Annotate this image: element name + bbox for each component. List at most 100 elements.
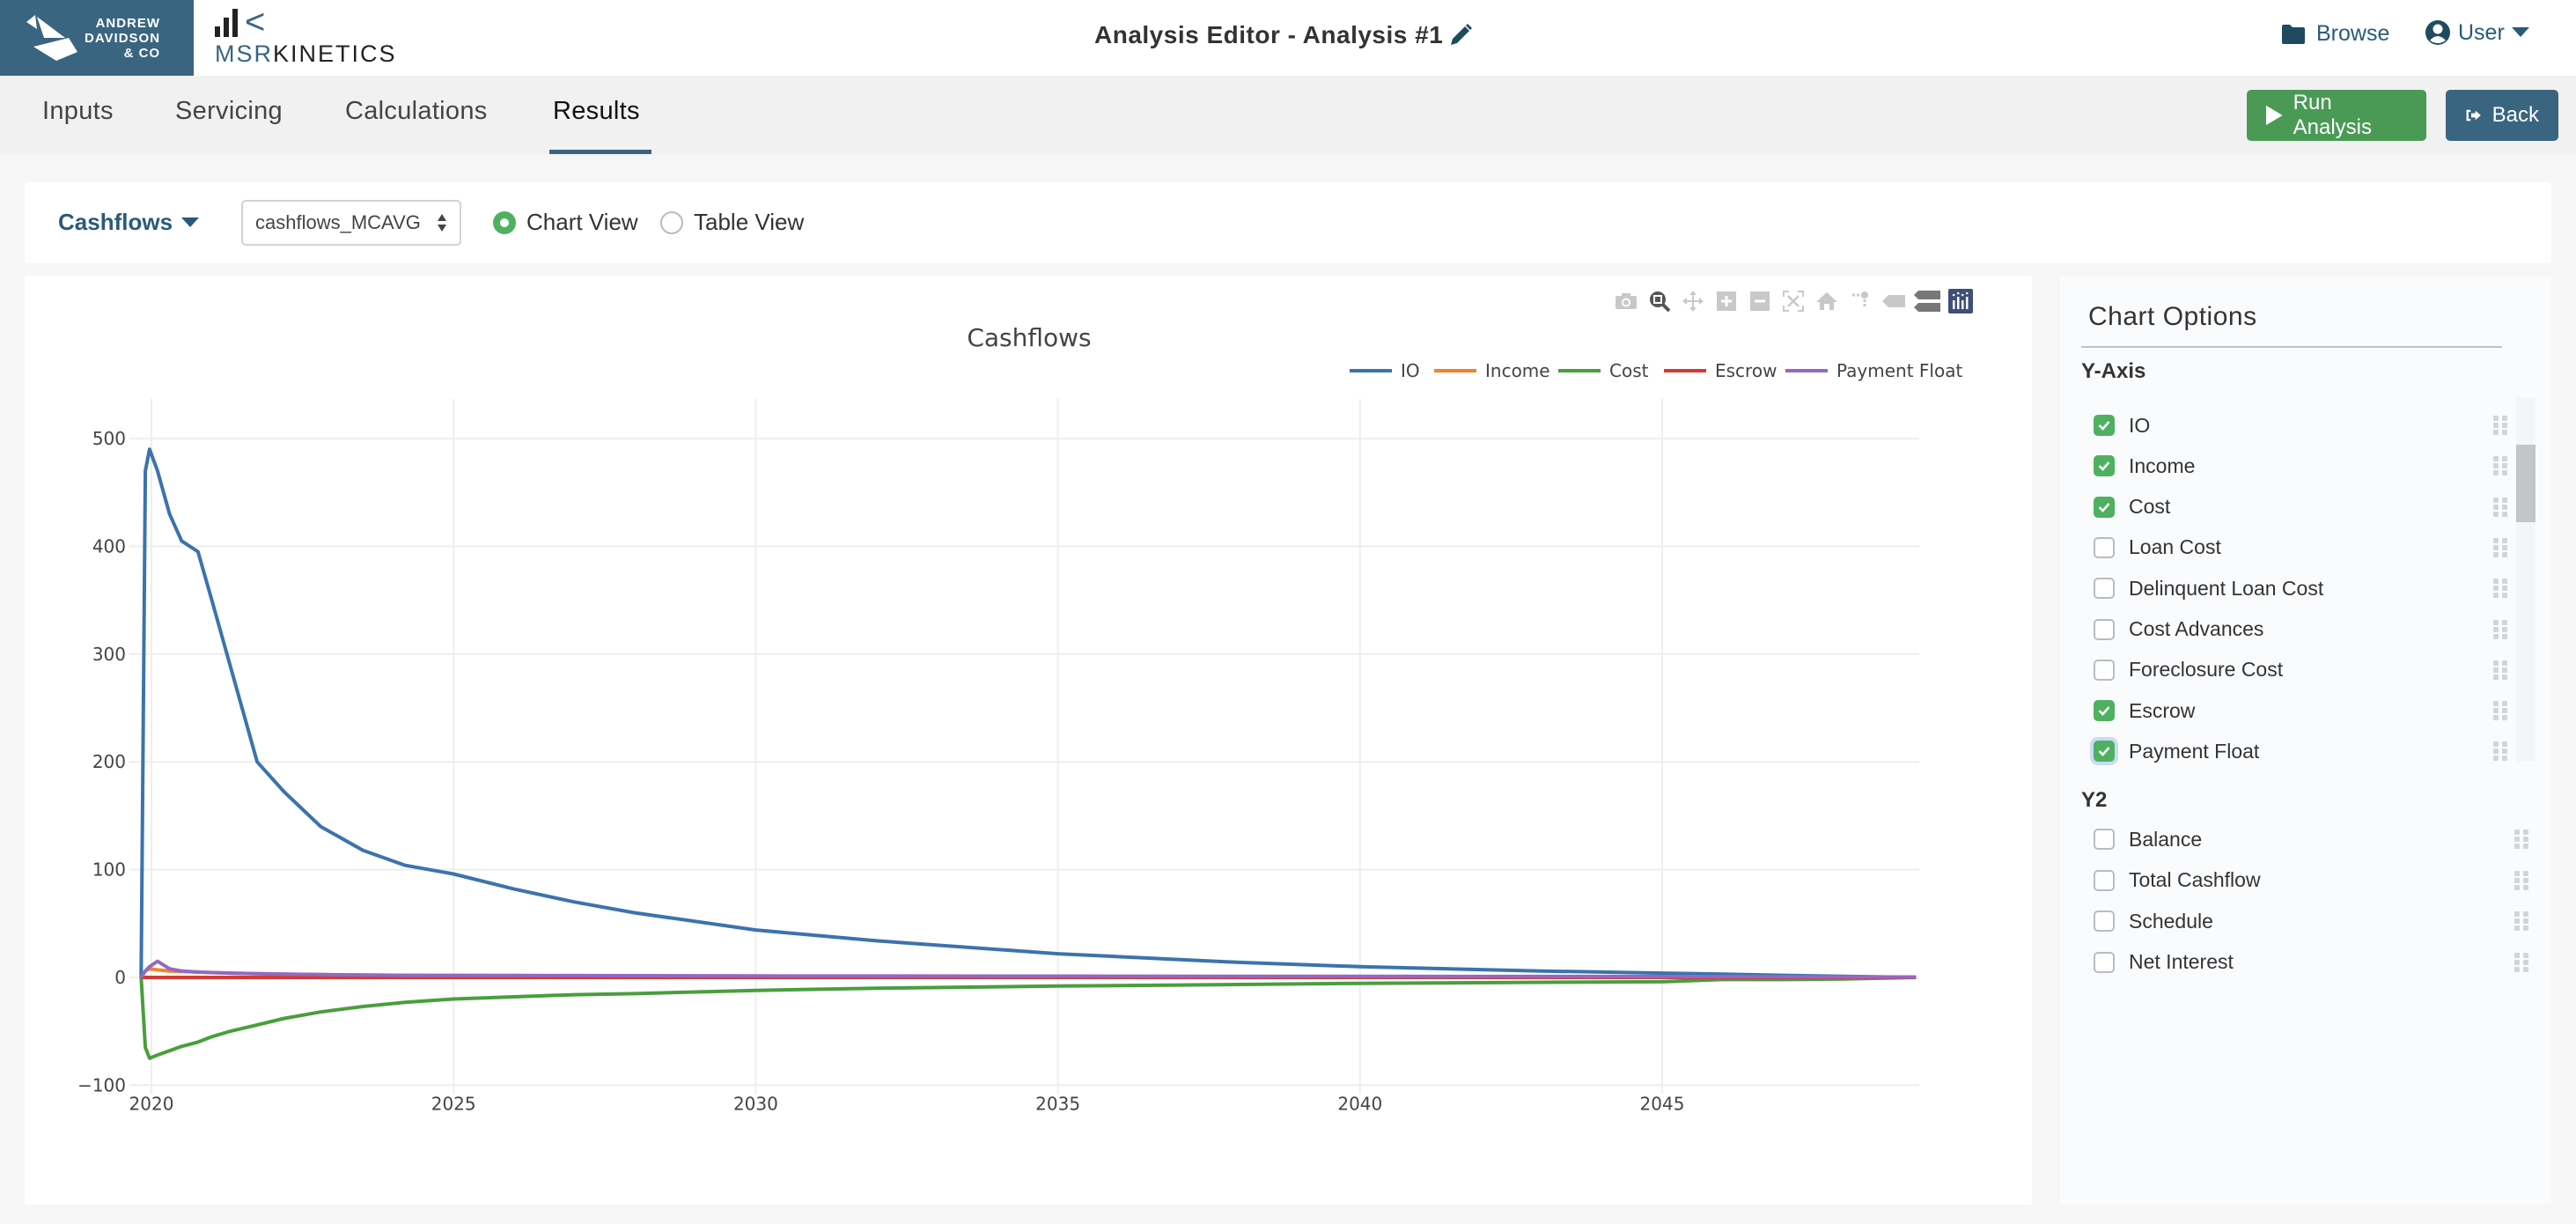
- x-tick-label: 2020: [129, 1093, 174, 1114]
- brand-kinetics: KINETICS: [273, 41, 397, 67]
- brand-line: & CO: [123, 45, 161, 61]
- y-axis-series-item[interactable]: Loan Cost: [2094, 532, 2516, 564]
- drag-handle-icon[interactable]: [2493, 741, 2507, 762]
- tab-results[interactable]: Results: [553, 97, 640, 126]
- y2-series-item[interactable]: Balance: [2094, 823, 2528, 855]
- drag-handle-icon[interactable]: [2493, 416, 2507, 435]
- y-tick-label: 300: [92, 644, 126, 665]
- checkbox-checked[interactable]: [2094, 415, 2115, 436]
- tab-servicing[interactable]: Servicing: [175, 97, 283, 126]
- y2-series-item[interactable]: Net Interest: [2094, 947, 2528, 978]
- drag-handle-icon[interactable]: [2493, 701, 2507, 721]
- drag-handle-icon[interactable]: [2514, 952, 2528, 972]
- andrew-davidson-logo[interactable]: ANDREW DAVIDSON & CO: [0, 0, 194, 76]
- table-view-label: Table View: [694, 209, 805, 235]
- radio-unselected-icon: [660, 210, 683, 234]
- user-circle-icon: [2425, 20, 2450, 45]
- tab-inputs[interactable]: Inputs: [42, 97, 114, 126]
- browse-link[interactable]: Browse: [2281, 21, 2389, 47]
- drag-handle-icon[interactable]: [2514, 911, 2528, 932]
- y-axis-series-item[interactable]: Cost: [2094, 491, 2516, 523]
- caret-down-icon: [2511, 27, 2529, 37]
- y-axis-series-item[interactable]: Cost Advances: [2094, 614, 2516, 645]
- checkbox-unchecked[interactable]: [2094, 911, 2115, 933]
- check-icon: [2098, 502, 2110, 512]
- y-axis-series-item[interactable]: Foreclosure Cost: [2094, 654, 2516, 686]
- bars-logo-icon: <: [215, 4, 397, 40]
- y2-series-item[interactable]: Total Cashflow: [2094, 865, 2528, 896]
- y-axis-series-item[interactable]: Payment Float: [2094, 735, 2516, 767]
- checkbox-checked[interactable]: [2094, 741, 2115, 763]
- y-axis-series-item-label: Delinquent Loan Cost: [2129, 576, 2324, 600]
- checkbox-checked[interactable]: [2094, 496, 2115, 518]
- drag-handle-icon[interactable]: [2493, 619, 2507, 639]
- legend-label: Cost: [1609, 360, 1649, 381]
- series-line-io: [139, 447, 1917, 979]
- checkbox-unchecked[interactable]: [2094, 536, 2115, 558]
- drag-handle-icon[interactable]: [2493, 660, 2507, 680]
- chart-title: Cashflows: [967, 323, 1091, 352]
- drag-handle-icon[interactable]: [2514, 870, 2528, 890]
- page-title: Analysis Editor - Analysis #1: [1094, 21, 1444, 48]
- dataset-select-value: cashflows_MCAVG: [255, 211, 421, 233]
- check-icon: [2098, 461, 2110, 472]
- active-tab-indicator: [549, 150, 651, 154]
- dataset-select[interactable]: cashflows_MCAVG: [241, 200, 461, 246]
- y-axis-series-item-label: Loan Cost: [2129, 535, 2221, 559]
- divider: [2081, 346, 2502, 348]
- pencil-icon[interactable]: [1446, 21, 1475, 49]
- brand-line: ANDREW: [95, 15, 161, 31]
- chart-options-panel: Chart Options Y-Axis IO Income Cost Loan Co…: [2060, 276, 2551, 1205]
- x-tick-label: 2035: [1035, 1093, 1080, 1114]
- cashflows-chart[interactable]: 2020 2025 2030 2035 2040 2045 −100 0 100 200 300 40…: [25, 276, 2032, 1205]
- y-axis-list-scroll-thumb[interactable]: [2516, 445, 2536, 522]
- andrew-davidson-wordmark: ANDREW DAVIDSON & CO: [85, 16, 160, 61]
- checkbox-checked[interactable]: [2094, 700, 2115, 722]
- checkbox-unchecked[interactable]: [2094, 829, 2115, 850]
- checkbox-unchecked[interactable]: [2094, 618, 2115, 640]
- y-tick-label: 0: [114, 967, 126, 988]
- drag-handle-icon[interactable]: [2493, 456, 2507, 476]
- y2-series-item[interactable]: Schedule: [2094, 905, 2528, 937]
- back-button[interactable]: Back: [2446, 90, 2558, 141]
- y-axis-series-item[interactable]: Income: [2094, 450, 2516, 482]
- tab-calculations[interactable]: Calculations: [345, 97, 488, 126]
- y-axis-series-item-label: Cost Advances: [2129, 617, 2264, 640]
- y-tick-label: −100: [77, 1074, 126, 1095]
- y-axis-series-item-label: Escrow: [2129, 698, 2196, 722]
- user-label: User: [2458, 19, 2505, 45]
- chart-panel: 2020 2025 2030 2035 2040 2045 −100 0 100 200 300 40…: [25, 276, 2032, 1205]
- checkbox-unchecked[interactable]: [2094, 951, 2115, 973]
- y-axis-section-label: Y-Axis: [2081, 359, 2146, 383]
- y2-section-label: Y2: [2081, 788, 2108, 812]
- checkbox-unchecked[interactable]: [2094, 578, 2115, 600]
- app-header: ANDREW DAVIDSON & CO < MSRKINETICS Analy…: [0, 0, 2576, 76]
- drag-handle-icon[interactable]: [2493, 579, 2507, 599]
- legend-label: Payment Float: [1836, 360, 1962, 381]
- sort-arrows-icon: [438, 214, 446, 232]
- back-label: Back: [2491, 103, 2539, 127]
- results-filter-bar: Cashflows cashflows_MCAVG Chart View Tab…: [25, 182, 2551, 263]
- drag-handle-icon[interactable]: [2514, 830, 2528, 849]
- table-view-radio[interactable]: Table View: [660, 209, 804, 236]
- checkbox-checked[interactable]: [2094, 455, 2115, 477]
- drag-handle-icon[interactable]: [2493, 497, 2507, 517]
- y-axis-series-item[interactable]: Delinquent Loan Cost: [2094, 572, 2516, 604]
- chart-view-radio[interactable]: Chart View: [493, 209, 638, 236]
- y-tick-label: 400: [92, 535, 126, 557]
- series-line-cost: [139, 976, 1917, 1060]
- series-line-payment-float: [139, 959, 1917, 979]
- drag-handle-icon[interactable]: [2493, 537, 2507, 557]
- y-axis-series-item[interactable]: IO: [2094, 409, 2516, 441]
- checkbox-unchecked[interactable]: [2094, 659, 2115, 681]
- msr-kinetics-logo[interactable]: < MSRKINETICS: [215, 4, 397, 70]
- checkbox-unchecked[interactable]: [2094, 869, 2115, 891]
- report-type-dropdown[interactable]: Cashflows: [58, 209, 200, 236]
- user-menu[interactable]: User: [2425, 19, 2529, 46]
- y2-series-item-label: Total Cashflow: [2129, 868, 2261, 892]
- chart-options-title: Chart Options: [2088, 302, 2257, 331]
- y-axis-series-item[interactable]: Escrow: [2094, 695, 2516, 726]
- brand-line: DAVIDSON: [85, 30, 161, 46]
- run-analysis-button[interactable]: Run Analysis: [2247, 90, 2426, 141]
- chart-view-label: Chart View: [526, 209, 638, 235]
